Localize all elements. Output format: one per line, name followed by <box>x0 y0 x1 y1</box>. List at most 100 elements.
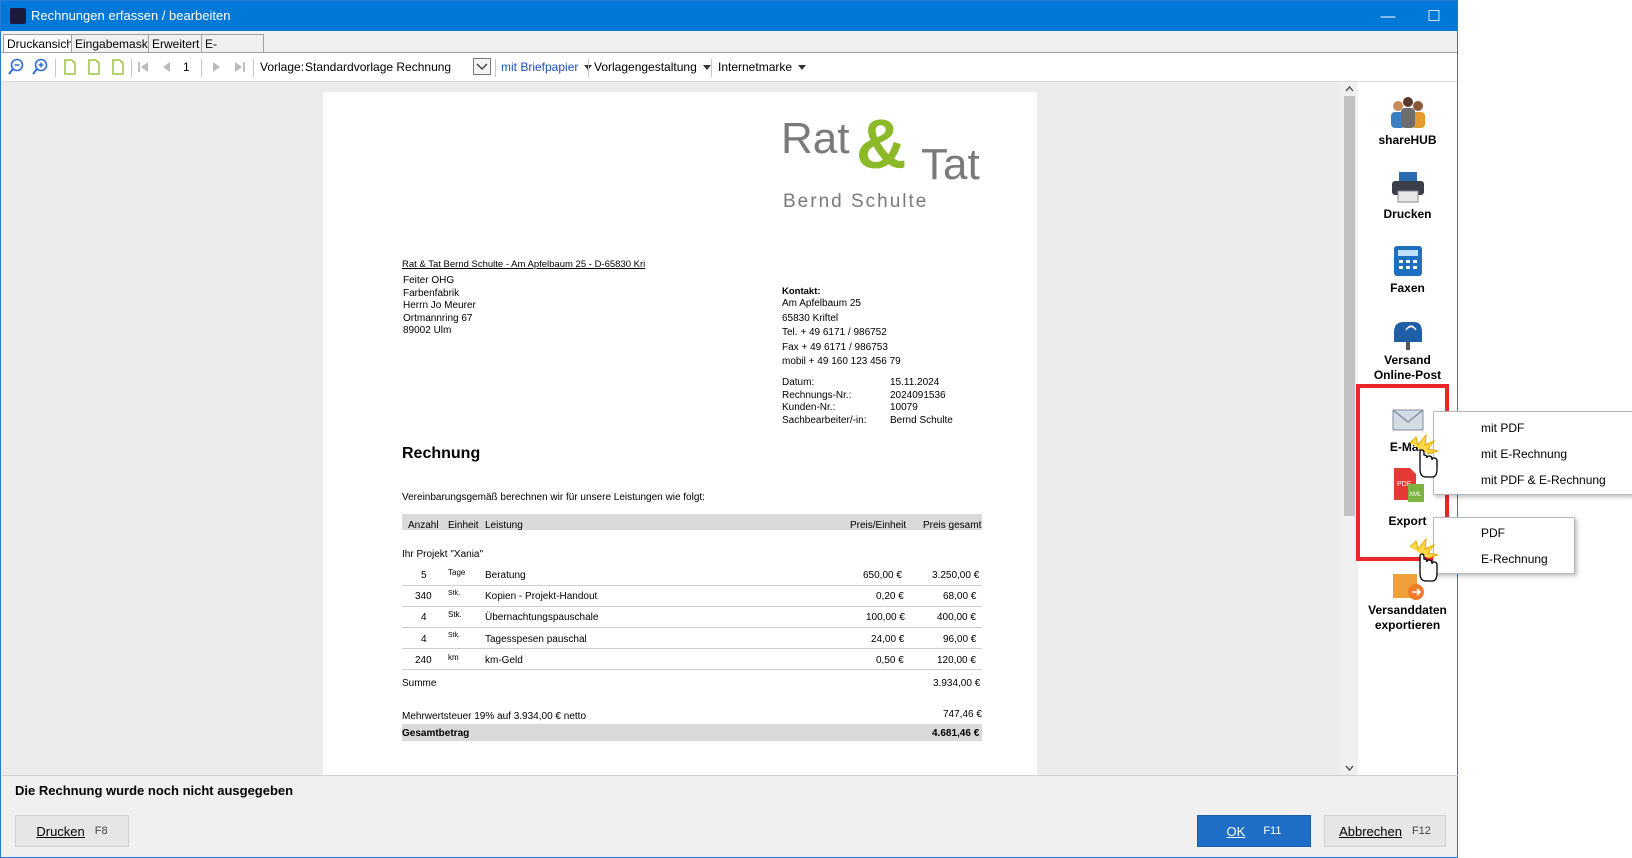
email-menu-item-pdf[interactable]: mit PDF <box>1481 421 1524 435</box>
first-page-icon[interactable] <box>135 58 153 76</box>
print-preview[interactable]: Rat & Tat Bernd Schulte Rat & Tat Bernd … <box>2 82 1342 775</box>
email-menu-item-e-rechnung[interactable]: mit E-Rechnung <box>1481 447 1567 461</box>
multi-page-icon[interactable] <box>109 58 127 76</box>
sharehub-action[interactable]: shareHUB <box>1358 96 1457 158</box>
row-qty: 4 <box>421 612 427 623</box>
meta-value: Bernd Schulte <box>890 415 953 426</box>
cancel-button[interactable]: Abbrechen F12 <box>1324 815 1446 847</box>
next-page-icon[interactable] <box>207 58 225 76</box>
recipient-line: Farbenfabrik <box>403 288 460 299</box>
chevron-down-icon <box>476 63 488 70</box>
vat-label: Mehrwertsteuer 19% auf 3.934,00 € netto <box>402 711 587 722</box>
row-qty: 340 <box>415 591 432 602</box>
row-qty: 5 <box>421 570 427 581</box>
app-icon <box>10 8 26 24</box>
single-page-icon[interactable] <box>61 58 79 76</box>
shipping-export-label-2: exportieren <box>1374 618 1441 632</box>
last-page-icon[interactable] <box>230 58 248 76</box>
meta-value: 2024091536 <box>890 390 946 401</box>
meta-label: Sachbearbeiter/-in: <box>782 415 867 426</box>
online-post-label-2: Online-Post <box>1373 368 1442 382</box>
tab-druckansicht[interactable]: Druckansicht <box>3 34 81 53</box>
template-dropdown-button[interactable] <box>473 58 491 75</box>
intro-text: Vereinbarungsgemäß berechnen wir für uns… <box>402 492 705 503</box>
row-price: 24,00 € <box>871 634 905 645</box>
online-post-label-1: Versand <box>1384 353 1431 367</box>
row-divider <box>402 606 982 607</box>
print-action[interactable]: Drucken <box>1358 170 1457 232</box>
scroll-thumb[interactable] <box>1344 96 1355 516</box>
ok-button[interactable]: OK F11 <box>1197 815 1311 847</box>
tab-eingabemaske[interactable]: Eingabemaske <box>71 34 159 52</box>
toolbar-separator <box>253 59 254 77</box>
row-desc: Beratung <box>485 570 526 581</box>
logo-rat: Rat <box>781 114 850 163</box>
title-bar: Rechnungen erfassen / bearbeiten — ☐ ✕ <box>1 1 1486 31</box>
export-menu-item-pdf[interactable]: PDF <box>1481 526 1505 540</box>
zoom-out-icon[interactable] <box>7 58 25 76</box>
row-total: 120,00 € <box>937 655 976 666</box>
cancel-button-label: Abbrechen <box>1339 823 1402 839</box>
print-button[interactable]: Drucken F8 <box>15 815 129 847</box>
prev-page-icon[interactable] <box>158 58 176 76</box>
shipping-export-label-1: Versanddaten <box>1368 603 1447 617</box>
toolbar-separator <box>55 59 56 77</box>
letterhead-dropdown[interactable]: mit Briefpapier <box>501 60 593 74</box>
row-unit: km <box>448 653 459 662</box>
row-total: 400,00 € <box>937 612 976 623</box>
total-label: Gesamtbetrag <box>402 728 470 739</box>
minimize-button[interactable]: — <box>1365 1 1411 31</box>
row-divider <box>402 627 982 628</box>
meta-value: 15.11.2024 <box>890 377 940 388</box>
fax-icon <box>1394 246 1422 276</box>
contact-line: Am Apfelbaum 25 <box>782 298 861 309</box>
template-select[interactable]: Standardvorlage Rechnung <box>305 60 451 74</box>
row-unit: Stk. <box>448 632 461 639</box>
scroll-up-icon[interactable] <box>1344 84 1355 94</box>
toolbar-separator <box>711 59 712 77</box>
close-button[interactable]: ✕ <box>1457 1 1503 31</box>
row-price: 650,00 € <box>863 570 902 581</box>
row-desc: Übernachtungspauschale <box>485 612 599 623</box>
total-row <box>402 724 982 741</box>
zoom-in-icon[interactable] <box>31 58 49 76</box>
col-desc-header: Leistung <box>485 520 523 531</box>
template-label: Vorlage: <box>260 60 305 74</box>
fax-action[interactable]: Faxen <box>1358 244 1457 306</box>
letterhead-label: mit Briefpapier <box>501 60 579 74</box>
tab-e-rechnung[interactable]: E-Rechnung <box>201 34 264 69</box>
meta-label: Kunden-Nr.: <box>782 402 836 413</box>
row-qty: 4 <box>421 634 427 645</box>
recipient-line: Herrn Jo Meurer <box>403 300 476 311</box>
tab-erweitert[interactable]: Erweitert <box>148 34 204 52</box>
ok-button-label: OK <box>1226 823 1246 839</box>
caret-down-icon <box>798 65 807 71</box>
print-button-label: Drucken <box>36 823 85 839</box>
contact-line: Fax + 49 6171 / 986753 <box>782 342 888 353</box>
sender-line: Rat & Tat Bernd Schulte - Am Apfelbaum 2… <box>402 259 646 270</box>
col-unit-header: Einheit <box>448 520 479 531</box>
invoice-page: Rat & Tat Bernd Schulte Rat & Tat Bernd … <box>323 92 1037 775</box>
logo-ampersand: & <box>856 105 907 183</box>
template-design-dropdown[interactable]: Vorlagengestaltung <box>594 60 711 74</box>
export-menu: PDF E-Rechnung <box>1433 517 1575 574</box>
scroll-down-icon[interactable] <box>1344 763 1355 773</box>
online-post-action[interactable]: Versand Online-Post <box>1358 318 1457 384</box>
logo-tat: Tat <box>921 140 980 189</box>
internet-stamp-dropdown[interactable]: Internetmarke <box>718 60 807 74</box>
status-message: Die Rechnung wurde noch nicht ausgegeben <box>15 783 294 798</box>
meta-label: Rechnungs-Nr.: <box>782 390 852 401</box>
export-menu-item-e-rechnung[interactable]: E-Rechnung <box>1481 552 1548 566</box>
toolbar-separator <box>131 59 132 77</box>
row-desc: Tagesspesen pauschal <box>485 634 587 645</box>
page-number[interactable]: 1 <box>183 60 190 74</box>
row-unit: Stk. <box>448 610 462 619</box>
email-menu-item-pdf-e-rechnung[interactable]: mit PDF & E-Rechnung <box>1481 473 1606 487</box>
divider <box>2 775 1458 776</box>
internet-stamp-label: Internetmarke <box>718 60 793 74</box>
email-menu: mit PDF mit E-Rechnung mit PDF & E-Rechn… <box>1433 411 1632 495</box>
row-total: 3.250,00 € <box>932 570 980 581</box>
sharehub-label: shareHUB <box>1378 133 1437 147</box>
page-width-icon[interactable] <box>85 58 103 76</box>
maximize-button[interactable]: ☐ <box>1411 1 1457 31</box>
